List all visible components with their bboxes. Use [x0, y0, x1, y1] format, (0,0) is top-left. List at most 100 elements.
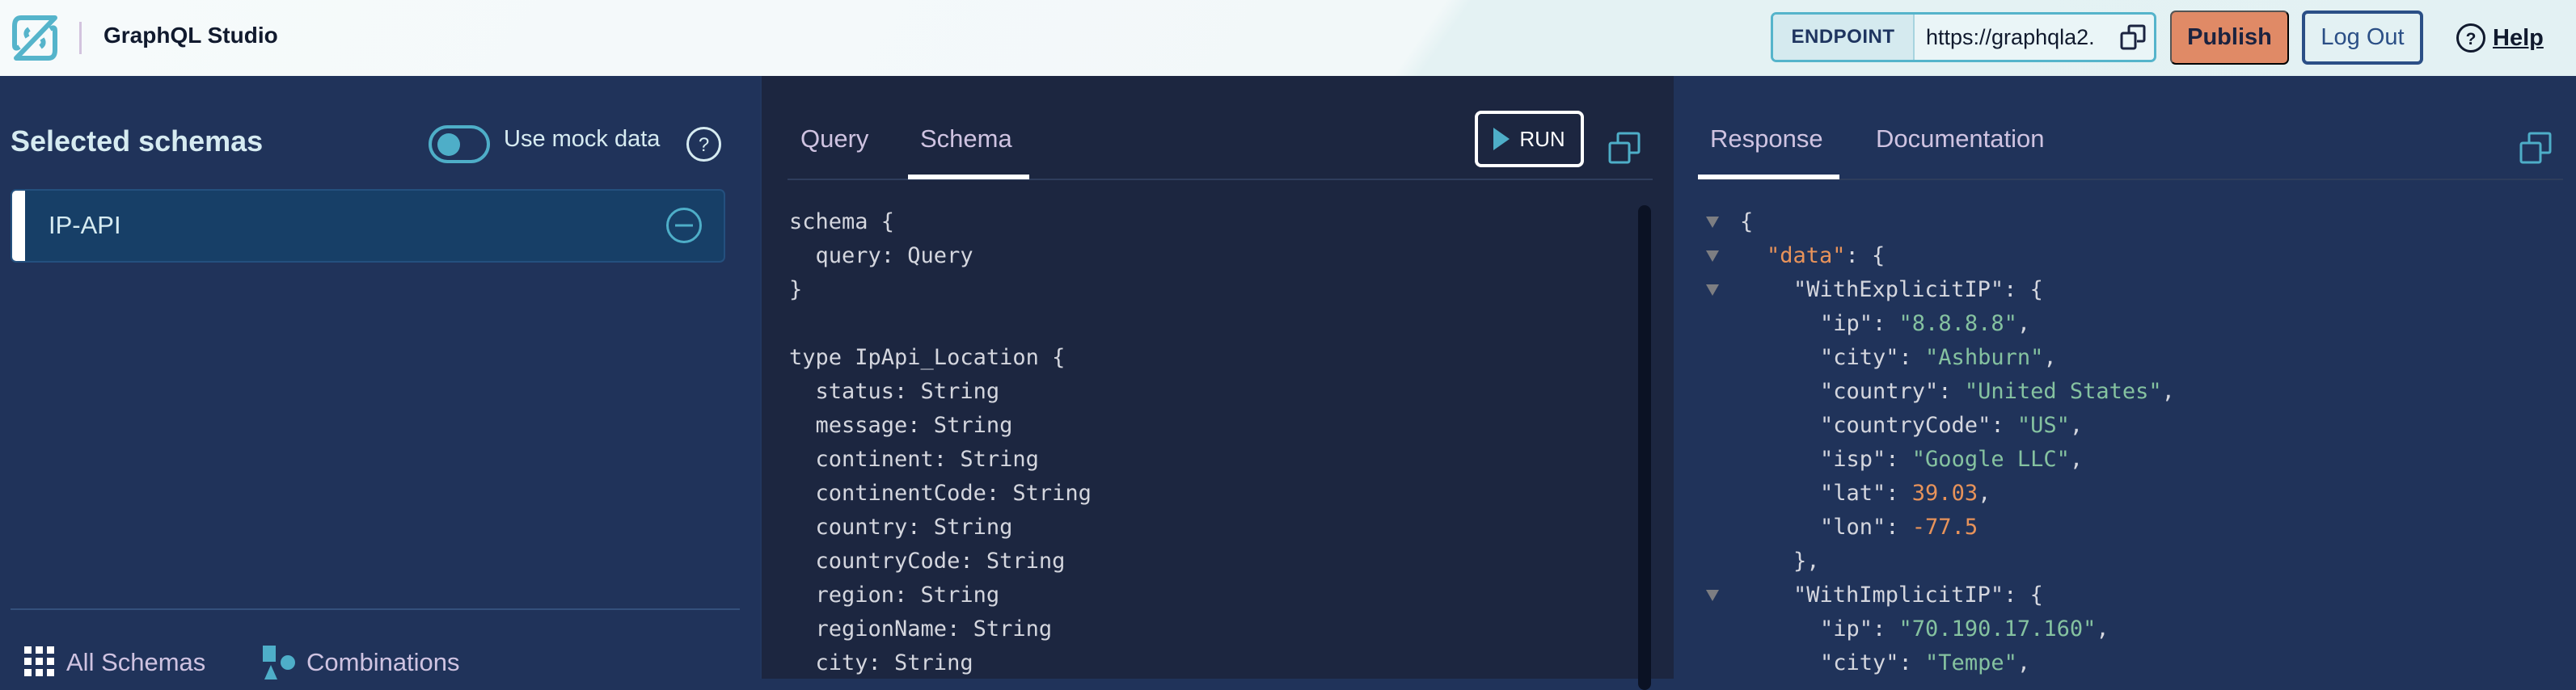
collapse-triangle-icon[interactable]	[1706, 250, 1719, 262]
grid-icon	[24, 646, 54, 676]
json-token: "lon":	[1820, 515, 1912, 540]
mock-data-toggle[interactable]	[429, 125, 490, 163]
publish-button[interactable]: Publish	[2170, 11, 2289, 65]
nav-combinations-label: Combinations	[306, 648, 460, 676]
tab-response[interactable]: Response	[1710, 124, 1823, 154]
json-token: "ip":	[1820, 616, 1899, 642]
json-token: "WithImplicitIP": {	[1793, 583, 2043, 608]
json-text: "isp": "Google LLC",	[1820, 443, 2083, 477]
run-button[interactable]: RUN	[1475, 111, 1584, 167]
copy-icon	[2120, 24, 2146, 50]
json-text: "WithExplicitIP": {	[1793, 273, 2043, 307]
json-text: "city": "Tempe",	[1820, 646, 2030, 680]
json-token: "countryCode":	[1820, 413, 2017, 438]
code-line: country: String	[789, 515, 1013, 540]
schema-code[interactable]: schema { query: Query} type IpApi_Locatio…	[789, 205, 1092, 680]
shapes-icon	[263, 646, 295, 679]
code-line: query: Query	[789, 243, 973, 268]
json-text: "WithImplicitIP": {	[1793, 579, 2043, 612]
json-token: ,	[1978, 481, 1991, 506]
copy-icon[interactable]	[1608, 132, 1641, 164]
json-token: {	[1740, 209, 1754, 234]
copy-endpoint-button[interactable]	[2112, 15, 2154, 60]
minus-circle-icon[interactable]	[665, 207, 703, 244]
json-token: "ip":	[1820, 311, 1899, 336]
json-token: ,	[2069, 413, 2084, 438]
json-text: "city": "Ashburn",	[1820, 341, 2057, 375]
question-circle-icon[interactable]: ?	[686, 126, 722, 162]
studio-logo-icon[interactable]	[10, 13, 60, 63]
tab-query[interactable]: Query	[800, 124, 868, 154]
schema-name: IP-API	[49, 211, 121, 239]
nav-combinations[interactable]: Combinations	[263, 646, 460, 679]
json-text: "countryCode": "US",	[1820, 409, 2083, 443]
collapse-triangle-icon[interactable]	[1706, 590, 1719, 601]
nav-all-schemas[interactable]: All Schemas	[24, 646, 205, 679]
json-token: "city":	[1820, 650, 1926, 675]
json-text: "ip": "70.190.17.160",	[1820, 612, 2109, 646]
active-tab-indicator	[1698, 175, 1839, 179]
schema-item[interactable]: IP-API	[11, 189, 725, 263]
endpoint-url[interactable]: https://graphqla2.	[1915, 15, 2112, 60]
logo-separator	[79, 22, 82, 54]
help-label: Help	[2493, 24, 2544, 51]
json-string-value: "Google LLC"	[1911, 447, 2070, 472]
json-number-value: 39.03	[1911, 481, 1978, 506]
code-line: continentCode: String	[789, 481, 1092, 506]
json-token: ,	[2043, 345, 2057, 370]
json-token: "city":	[1820, 345, 1926, 370]
endpoint-field: ENDPOINT https://graphqla2.	[1771, 12, 2156, 62]
editor-panel: Query Schema RUN schema { query: Query} t…	[760, 76, 1674, 690]
json-text: "ip": "8.8.8.8",	[1820, 307, 2030, 341]
code-line: region: String	[789, 583, 1000, 608]
tab-schema[interactable]: Schema	[920, 124, 1012, 154]
tab-documentation[interactable]: Documentation	[1876, 124, 2045, 154]
mock-data-label: Use mock data	[504, 126, 661, 152]
json-token: ,	[2161, 379, 2175, 404]
schema-sidebar: Selected schemas Use mock data ? IP-API …	[0, 76, 760, 679]
json-token: "lat":	[1820, 481, 1912, 506]
json-token: : {	[1845, 243, 1886, 268]
code-line: }	[789, 277, 803, 302]
json-token: ,	[2016, 311, 2031, 336]
logout-button[interactable]: Log Out	[2302, 11, 2423, 65]
response-panel: Response Documentation { "data": { "WithEx…	[1674, 76, 2576, 679]
app-title: GraphQL Studio	[103, 23, 278, 48]
collapse-triangle-icon[interactable]	[1706, 217, 1719, 228]
json-key: "data"	[1767, 243, 1846, 268]
sidebar-divider	[11, 608, 740, 610]
nav-all-schemas-label: All Schemas	[66, 648, 206, 676]
json-string-value: "Tempe"	[1925, 650, 2017, 675]
json-number-value: -77.5	[1911, 515, 1978, 540]
code-line: countryCode: String	[789, 549, 1066, 574]
copy-icon[interactable]	[2519, 132, 2552, 164]
top-bar: GraphQL Studio ENDPOINT https://graphqla…	[0, 0, 2576, 76]
json-string-value: "70.190.17.160"	[1898, 616, 2097, 642]
json-text: "country": "United States",	[1820, 375, 2175, 409]
selected-schemas-title: Selected schemas	[11, 124, 264, 158]
json-token: ,	[2096, 616, 2109, 642]
svg-text:?: ?	[2466, 30, 2477, 48]
code-scrollbar[interactable]	[1638, 205, 1651, 690]
json-text: "data": {	[1767, 239, 1885, 273]
json-token: "WithExplicitIP": {	[1793, 277, 2043, 302]
code-line: continent: String	[789, 447, 1039, 472]
selected-indicator	[12, 191, 25, 261]
collapse-triangle-icon[interactable]	[1706, 284, 1719, 296]
json-text: },	[1793, 545, 1820, 579]
json-string-value: "United States"	[1964, 379, 2162, 404]
svg-text:?: ?	[699, 134, 709, 156]
run-label: RUN	[1519, 126, 1565, 151]
json-text: "lat": 39.03,	[1820, 477, 1991, 511]
code-line: city: String	[789, 650, 973, 675]
json-string-value: "8.8.8.8"	[1898, 311, 2017, 336]
play-icon	[1493, 128, 1510, 150]
json-token: ,	[2016, 650, 2031, 675]
help-link[interactable]: ? Help	[2456, 18, 2544, 58]
endpoint-label: ENDPOINT	[1773, 15, 1915, 60]
json-token: "country":	[1820, 379, 1965, 404]
active-tab-indicator	[908, 175, 1029, 179]
code-line: message: String	[789, 413, 1013, 438]
json-token: },	[1793, 549, 1820, 574]
